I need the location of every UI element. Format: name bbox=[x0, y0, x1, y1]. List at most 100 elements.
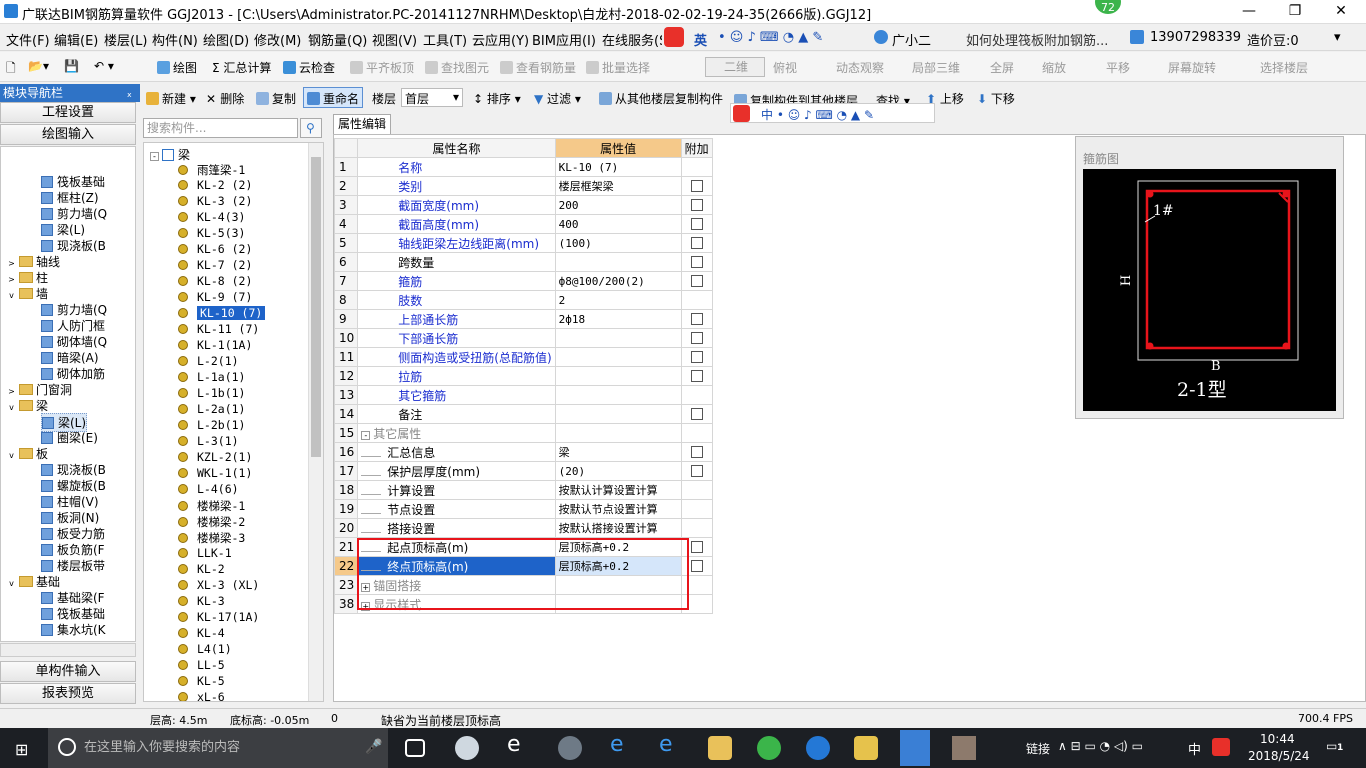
extra-checkbox[interactable] bbox=[690, 332, 703, 344]
property-value[interactable]: 按默认计算设置计算 bbox=[554, 480, 682, 500]
component-item[interactable]: L-1a(1) bbox=[178, 370, 245, 384]
file-explorer-icon[interactable] bbox=[708, 736, 732, 760]
extra-checkbox[interactable] bbox=[690, 313, 703, 325]
collapse-icon[interactable]: - bbox=[361, 430, 371, 440]
property-value[interactable] bbox=[554, 347, 682, 367]
collapse-icon[interactable]: - bbox=[150, 152, 159, 161]
extra-checkbox[interactable] bbox=[690, 199, 703, 211]
extra-checkbox[interactable] bbox=[690, 351, 703, 363]
top-view-button[interactable]: 俯视 bbox=[773, 59, 797, 76]
property-row[interactable]: 16 汇总信息 梁 bbox=[333, 442, 713, 462]
menu-file[interactable]: 文件(F) bbox=[6, 30, 50, 49]
sum-calc-button[interactable]: Σ 汇总计算 bbox=[212, 59, 271, 76]
component-item[interactable]: KL-3 bbox=[178, 594, 225, 608]
move-down-button[interactable]: ⬇ 下移 bbox=[977, 90, 1015, 107]
nav-tree-item[interactable]: 螺旋板(B bbox=[41, 477, 106, 494]
property-row[interactable]: 18 计算设置 按默认计算设置计算 bbox=[333, 480, 713, 500]
ie-blue-icon[interactable]: e bbox=[659, 732, 683, 757]
component-item[interactable]: KL-6 (2) bbox=[178, 242, 252, 256]
nav-tree-item[interactable]: 柱帽(V) bbox=[41, 493, 99, 510]
nav-tree-item[interactable]: 现浇板(B bbox=[41, 461, 106, 478]
menu-floor[interactable]: 楼层(L) bbox=[104, 30, 147, 49]
cloud-check-button[interactable]: 云检查 bbox=[283, 59, 335, 76]
assistant-label[interactable]: 广小二 bbox=[892, 30, 931, 49]
component-item[interactable]: KL-5 bbox=[178, 674, 225, 688]
property-row[interactable]: 8 肢数 2 bbox=[333, 290, 713, 310]
property-value[interactable]: 楼层框架梁 bbox=[554, 176, 682, 196]
property-value[interactable]: (100) bbox=[554, 233, 682, 253]
component-item[interactable]: xL-6 bbox=[178, 690, 225, 701]
component-item[interactable]: KZL-2(1) bbox=[178, 450, 252, 464]
property-row[interactable]: 17 保护层厚度(mm) (20) bbox=[333, 461, 713, 481]
new-component-button[interactable]: 新建 ▾ bbox=[146, 90, 196, 107]
extra-checkbox[interactable] bbox=[690, 408, 703, 420]
flat-slab-button[interactable]: 平齐板顶 bbox=[350, 59, 414, 76]
sogou-icon[interactable] bbox=[664, 27, 684, 47]
floor-select[interactable]: 首层 ▾ bbox=[401, 88, 463, 107]
glodon-app-icon[interactable] bbox=[900, 730, 930, 766]
property-value[interactable]: KL-10 (7) bbox=[554, 157, 682, 177]
extra-checkbox[interactable] bbox=[690, 218, 703, 230]
nav-tree-item[interactable]: 砌体墙(Q bbox=[41, 333, 107, 350]
ie-icon[interactable]: e bbox=[507, 732, 531, 757]
project-settings-button[interactable]: 工程设置 bbox=[0, 102, 136, 123]
menu-rebar-qty[interactable]: 钢筋量(Q) bbox=[308, 30, 367, 49]
taskbar-link-label[interactable]: 链接 bbox=[1026, 740, 1050, 757]
report-preview-button[interactable]: 报表预览 bbox=[0, 683, 136, 704]
menu-draw[interactable]: 绘图(D) bbox=[203, 30, 249, 49]
menu-tools[interactable]: 工具(T) bbox=[423, 30, 467, 49]
sogou-tray-icon[interactable] bbox=[1212, 738, 1230, 756]
component-tree-scrollbar[interactable] bbox=[308, 143, 323, 701]
help-question-link[interactable]: 如何处理筏板附加钢筋... bbox=[966, 30, 1108, 49]
save-icon[interactable]: 💾 bbox=[64, 59, 79, 73]
component-item[interactable]: KL-9 (7) bbox=[178, 290, 252, 304]
component-item[interactable]: WKL-1(1) bbox=[178, 466, 252, 480]
pin-icon[interactable]: ₓ bbox=[127, 84, 132, 102]
tray-icons[interactable]: ∧ ⊟ ▭ ◔ ◁) ▭ bbox=[1058, 739, 1143, 753]
assistant-icon[interactable] bbox=[874, 30, 888, 44]
nav-tree-item[interactable]: 板负筋(F bbox=[41, 541, 105, 558]
nav-hscrollbar[interactable] bbox=[0, 643, 136, 657]
menu-edit[interactable]: 编辑(E) bbox=[54, 30, 98, 49]
property-value[interactable]: 按默认节点设置计算 bbox=[554, 499, 682, 519]
property-row[interactable]: 12 拉筋 bbox=[333, 366, 713, 386]
property-row[interactable]: 1 名称 KL-10 (7) bbox=[333, 157, 713, 177]
component-item[interactable]: KL-11 (7) bbox=[178, 322, 259, 336]
menu-component[interactable]: 构件(N) bbox=[152, 30, 198, 49]
sogou-icon[interactable] bbox=[733, 105, 750, 122]
browser-icon[interactable] bbox=[558, 736, 582, 760]
close-button[interactable]: ✕ bbox=[1318, 0, 1364, 24]
component-item[interactable]: LL-5 bbox=[178, 658, 225, 672]
search-icon[interactable]: ⚲ bbox=[300, 118, 322, 138]
batch-select-button[interactable]: 批量选择 bbox=[586, 59, 650, 76]
property-row[interactable]: 2 类别 楼层框架梁 bbox=[333, 176, 713, 196]
property-value[interactable] bbox=[554, 366, 682, 386]
extra-checkbox[interactable] bbox=[690, 370, 703, 382]
delete-button[interactable]: ✕ 删除 bbox=[206, 90, 244, 107]
component-item[interactable]: KL-8 (2) bbox=[178, 274, 252, 288]
property-row[interactable]: 6 跨数量 bbox=[333, 252, 713, 272]
nav-tree-item[interactable]: 人防门框 bbox=[41, 317, 105, 334]
component-item[interactable]: L4(1) bbox=[178, 642, 232, 656]
component-item[interactable]: KL-10 (7) bbox=[178, 306, 266, 320]
ime-lang-indicator[interactable]: 中 bbox=[1188, 739, 1201, 758]
extra-checkbox[interactable] bbox=[690, 560, 703, 572]
scrollbar-thumb[interactable] bbox=[311, 157, 321, 457]
extra-checkbox[interactable] bbox=[690, 256, 703, 268]
sogou-browser-icon[interactable] bbox=[806, 736, 830, 760]
component-item[interactable]: LLK-1 bbox=[178, 546, 232, 560]
nav-tree-item[interactable]: v 基础 bbox=[7, 573, 60, 590]
menu-cloud[interactable]: 云应用(Y) bbox=[472, 30, 529, 49]
rename-button[interactable]: 重命名 bbox=[303, 87, 364, 108]
drawing-input-button[interactable]: 绘图输入 bbox=[0, 124, 136, 145]
nav-tree-item[interactable]: 筏板基础 bbox=[41, 605, 105, 622]
nav-tree-item[interactable]: > 门窗洞 bbox=[7, 381, 72, 398]
property-row[interactable]: 19 节点设置 按默认节点设置计算 bbox=[333, 499, 713, 519]
local-3d-button[interactable]: 局部三维 bbox=[912, 59, 960, 76]
single-component-input-button[interactable]: 单构件输入 bbox=[0, 661, 136, 682]
notepad-icon[interactable] bbox=[854, 736, 878, 760]
property-row[interactable]: 3 截面宽度(mm) 200 bbox=[333, 195, 713, 215]
nav-tree-item[interactable]: > 轴线 bbox=[7, 253, 60, 270]
property-value[interactable]: (20) bbox=[554, 461, 682, 481]
expand-icon[interactable]: > bbox=[7, 276, 16, 285]
